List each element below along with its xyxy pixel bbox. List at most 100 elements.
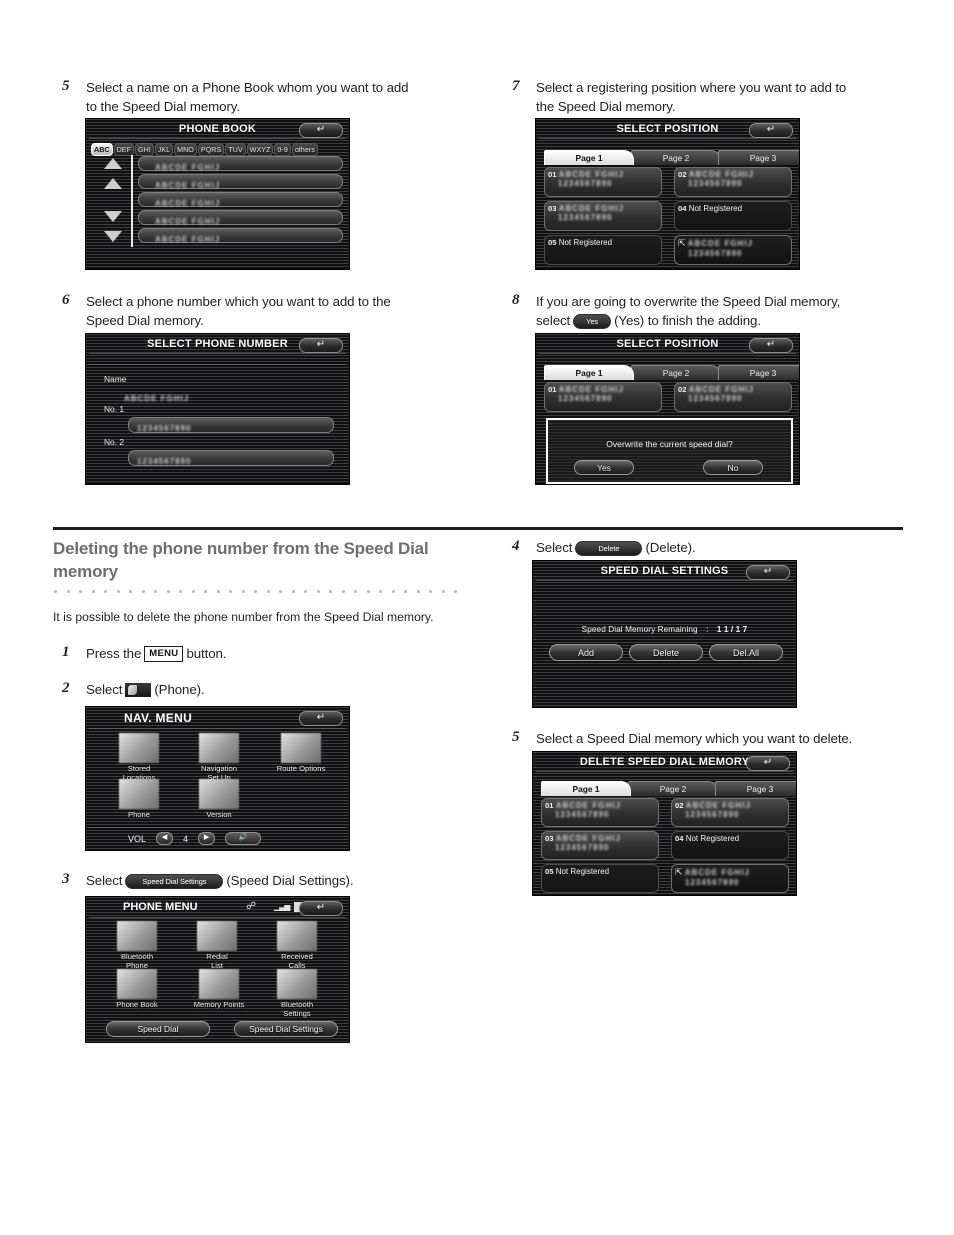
page-tab-2[interactable]: Page 2 — [631, 150, 721, 165]
phone-number-1-button[interactable]: 1234567890 — [128, 417, 334, 433]
tile-received-calls[interactable]: Received Calls — [264, 921, 330, 970]
bluetooth-icon: ☍ — [246, 901, 257, 912]
no-button[interactable]: No — [703, 460, 763, 475]
mute-button[interactable]: 🔊 — [225, 832, 262, 845]
tile-bluetooth-settings[interactable]: Bluetooth Settings — [264, 969, 330, 1018]
alpha-tab-wxyz[interactable]: WXYZ — [246, 143, 274, 156]
back-arrow-icon[interactable]: ↵ — [299, 338, 343, 353]
cell-name: ABCDE FGHIJ — [558, 385, 624, 394]
delete-button[interactable]: Delete — [629, 644, 703, 661]
back-arrow-icon[interactable]: ↵ — [749, 123, 793, 138]
tile-bluetooth-phone[interactable]: Bluetooth Phone — [104, 921, 170, 970]
back-arrow-icon[interactable]: ↵ — [746, 756, 790, 771]
tile-memory-points[interactable]: Memory Points — [184, 969, 254, 1009]
position-cell-02[interactable]: 02 ABCDE FGHIJ 1234567890 — [674, 167, 792, 197]
phone-number-2-button[interactable]: 1234567890 — [128, 450, 334, 466]
yes-button-inline[interactable]: Yes — [573, 313, 612, 329]
page-tab-1[interactable]: Page 1 — [544, 150, 634, 165]
delete-cell-03[interactable]: 03 ABCDE FGHIJ 1234567890 — [541, 831, 659, 860]
delete-cell-incoming[interactable]: ⇱ ABCDE FGHIJ 1234567890 — [671, 864, 789, 893]
tile-phone-book[interactable]: Phone Book — [104, 969, 170, 1009]
delete-cell-04[interactable]: 04 Not Registered — [671, 831, 789, 860]
position-cell-05[interactable]: 05 Not Registered — [544, 235, 662, 265]
cell-name: ABCDE FGHIJ — [684, 868, 751, 877]
alpha-tab-tuv[interactable]: TUV — [225, 143, 246, 156]
phone-book-row[interactable]: ABCDE FGHIJ — [138, 192, 343, 208]
alpha-tab-abc[interactable]: ABC — [91, 143, 113, 156]
phone-book-row[interactable]: ABCDE FGHIJ — [138, 156, 343, 172]
yes-button[interactable]: Yes — [574, 460, 634, 475]
speed-dial-settings-button[interactable]: Speed Dial Settings — [234, 1021, 338, 1037]
dotted-rule — [54, 590, 457, 593]
cell-index: 02 — [678, 385, 687, 394]
step-text: Select (Phone). — [86, 680, 462, 699]
double-up-arrow-icon[interactable] — [104, 158, 122, 169]
cell-index: 04 — [675, 834, 684, 843]
tile-stored-locations[interactable]: Stored Locations — [108, 733, 170, 782]
back-arrow-icon[interactable]: ↵ — [299, 711, 343, 726]
cell-status: Not Registered — [685, 834, 740, 843]
down-arrow-icon[interactable] — [104, 211, 122, 222]
page-tab-3[interactable]: Page 3 — [718, 365, 799, 380]
memory-points-icon — [199, 969, 239, 999]
tile-route-options[interactable]: Route Options — [266, 733, 336, 773]
tile-caption: Version — [206, 810, 232, 819]
delete-cell-01[interactable]: 01 ABCDE FGHIJ 1234567890 — [541, 798, 659, 827]
page-tab-3[interactable]: Page 3 — [715, 781, 796, 796]
volume-up-button[interactable]: ▶ — [198, 832, 216, 845]
tile-caption: Phone — [128, 810, 150, 819]
add-button[interactable]: Add — [549, 644, 623, 661]
position-cell-01[interactable]: 01 ABCDE FGHIJ 1234567890 — [544, 382, 662, 412]
menu-key[interactable]: MENU — [144, 646, 184, 663]
back-arrow-icon[interactable]: ↵ — [299, 901, 343, 916]
memory-remaining-value: 1 1 / 1 7 — [716, 625, 748, 634]
back-arrow-icon[interactable]: ↵ — [749, 338, 793, 353]
delete-button-inline[interactable]: Delete — [575, 540, 643, 556]
alpha-tab-others[interactable]: others — [291, 143, 318, 156]
tile-navigation-setup[interactable]: Navigation Set Up — [186, 733, 252, 782]
page-tab-3[interactable]: Page 3 — [718, 150, 799, 165]
volume-down-button[interactable]: ◀ — [156, 832, 174, 845]
tile-version[interactable]: Version — [186, 779, 252, 819]
position-cell-incoming[interactable]: ⇱ ABCDE FGHIJ 1234567890 — [674, 235, 792, 265]
phone-book-row[interactable]: ABCDE FGHIJ — [138, 174, 343, 190]
tile-phone[interactable]: Phone — [108, 779, 170, 819]
step-number: 2 — [62, 680, 70, 696]
back-arrow-icon[interactable]: ↵ — [299, 123, 343, 138]
page-tab-2[interactable]: Page 2 — [631, 365, 721, 380]
phone-in-icon: ⇱ — [675, 867, 683, 877]
speed-dial-settings-button-inline[interactable]: Speed Dial Settings — [125, 873, 224, 889]
page-tab-1[interactable]: Page 1 — [541, 781, 631, 796]
received-calls-icon — [277, 921, 317, 951]
step-text: Select a Speed Dial memory which you wan… — [536, 731, 853, 746]
position-cell-04[interactable]: 04 Not Registered — [674, 201, 792, 231]
phone-book-row[interactable]: ABCDE FGHIJ — [138, 228, 343, 244]
cell-number: 1234567890 — [685, 878, 740, 887]
position-cell-02[interactable]: 02 ABCDE FGHIJ 1234567890 — [674, 382, 792, 412]
select-position-screen: SELECT POSITION ↵ Page 1 Page 2 Page 3 0… — [535, 118, 800, 270]
double-down-arrow-icon[interactable] — [104, 231, 122, 242]
phone-icon[interactable] — [125, 683, 152, 698]
alpha-tab-ghi[interactable]: GHI — [134, 143, 154, 156]
alpha-tab-digits[interactable]: 0-9 — [274, 143, 291, 156]
page-tab-1[interactable]: Page 1 — [544, 365, 634, 380]
cell-number: 1234567890 — [685, 810, 740, 819]
position-cell-03[interactable]: 03 ABCDE FGHIJ 1234567890 — [544, 201, 662, 231]
phone-book-row[interactable]: ABCDE FGHIJ — [138, 210, 343, 226]
alpha-tab-jkl[interactable]: JKL — [154, 143, 174, 156]
up-arrow-icon[interactable] — [104, 178, 122, 189]
position-cell-01[interactable]: 01 ABCDE FGHIJ 1234567890 — [544, 167, 662, 197]
delete-all-button[interactable]: Del.All — [709, 644, 783, 661]
step-4: 4 Select Delete (Delete). — [512, 538, 912, 557]
map-setup-icon — [199, 733, 239, 763]
speed-dial-button[interactable]: Speed Dial — [106, 1021, 210, 1037]
phone-book-screen: PHONE BOOK ↵ ABC DEF GHI JKL MNO PQRS TU… — [85, 118, 350, 270]
tile-redial-list[interactable]: Redial List — [184, 921, 250, 970]
disc-icon — [199, 779, 239, 809]
page-tab-2[interactable]: Page 2 — [628, 781, 718, 796]
alpha-tab-pqrs[interactable]: PQRS — [197, 143, 225, 156]
delete-cell-05[interactable]: 05 Not Registered — [541, 864, 659, 893]
delete-cell-02[interactable]: 02 ABCDE FGHIJ 1234567890 — [671, 798, 789, 827]
alpha-tab-mno[interactable]: MNO — [174, 143, 197, 156]
back-arrow-icon[interactable]: ↵ — [746, 565, 790, 580]
